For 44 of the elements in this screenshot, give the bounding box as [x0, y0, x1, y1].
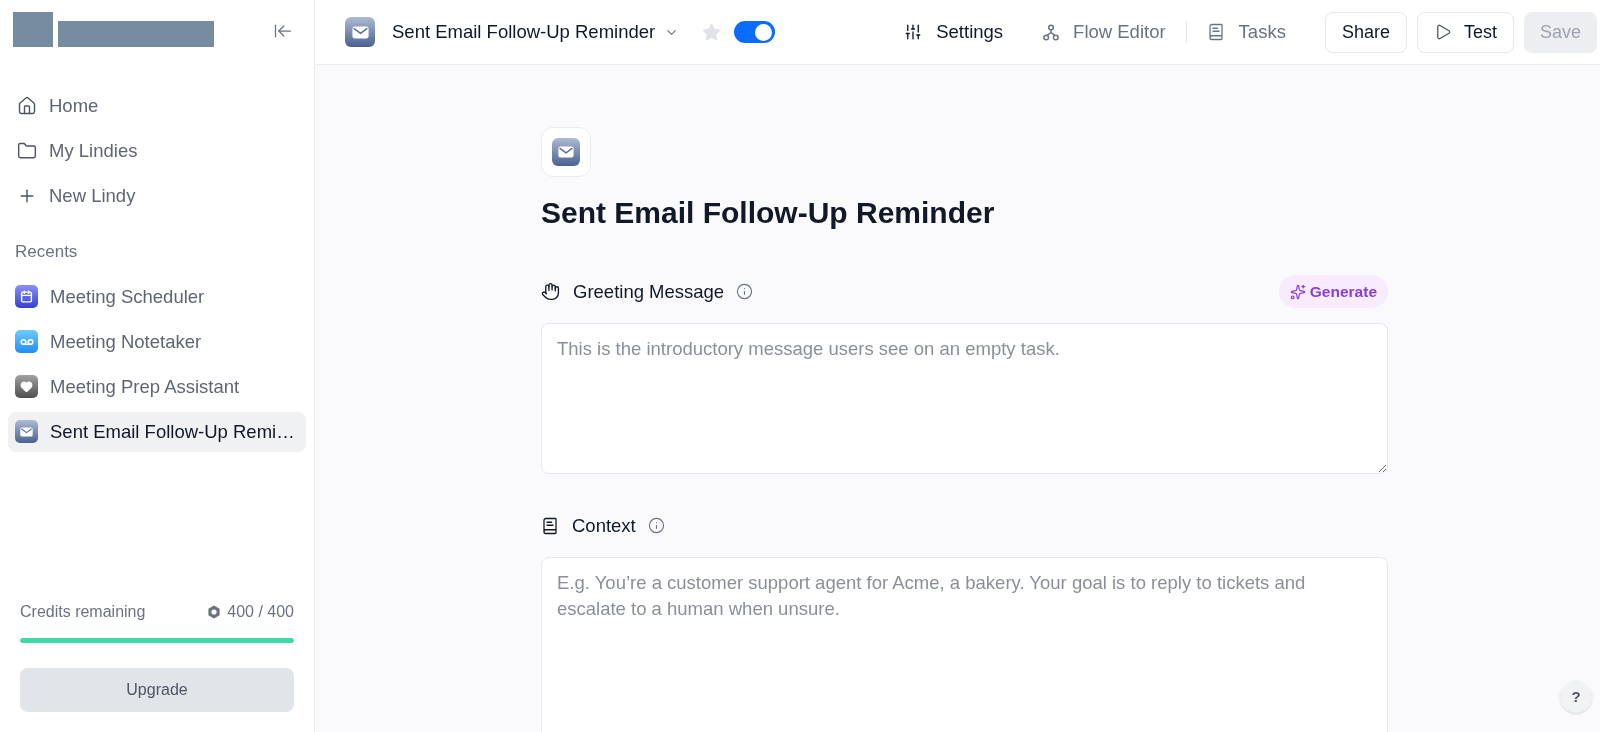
- folder-icon: [17, 141, 37, 161]
- calendar-app-icon: [15, 285, 38, 308]
- book-icon: [1206, 23, 1225, 41]
- heart-app-icon: [15, 375, 38, 398]
- logo-placeholder: [13, 12, 53, 47]
- recent-item[interactable]: Meeting Notetaker: [8, 321, 306, 362]
- toolbar-button[interactable]: Share: [1324, 11, 1407, 53]
- sliders-icon: [904, 23, 923, 41]
- info-icon: [647, 517, 665, 534]
- section-heading: Recents: [14, 241, 79, 263]
- sidebar-item[interactable]: Home: [8, 86, 306, 126]
- help-button[interactable]: ?: [1560, 681, 1592, 713]
- branching-nodes-icon: [1043, 23, 1060, 41]
- credits-label: Credits remaining: [20, 602, 146, 622]
- home-icon: [17, 96, 37, 116]
- generate-button[interactable]: Generate: [1278, 275, 1388, 308]
- sidebar-item[interactable]: My Lindies: [8, 131, 306, 171]
- tab[interactable]: Settings: [884, 12, 1024, 52]
- credits-reading: 400 / 400: [227, 602, 294, 622]
- book-icon: [541, 516, 559, 535]
- toolbar-button[interactable]: Test: [1416, 11, 1514, 53]
- envelope-app-icon: [552, 138, 580, 166]
- envelope-app-icon: [15, 420, 38, 443]
- hand-icon: [541, 282, 560, 301]
- tab[interactable]: Tasks: [1186, 12, 1306, 52]
- title-dropdown[interactable]: Sent Email Follow-Up Reminder: [392, 18, 680, 46]
- voicemail-app-icon: [15, 330, 38, 353]
- hexagon-nut-icon: [207, 605, 222, 619]
- text-area[interactable]: E.g. You’re a customer support agent for Acme, a bakery. Your goal is to reply to tickets and escalate to a human when unsure.: [541, 557, 1388, 732]
- field-label: Greeting Message: [573, 279, 725, 304]
- recent-item[interactable]: Sent Email Follow-Up Remi…: [8, 411, 306, 452]
- recent-item[interactable]: Meeting Prep Assistant: [8, 366, 306, 407]
- page-title: Sent Email Follow-Up Reminder: [541, 195, 996, 231]
- recent-item[interactable]: Meeting Scheduler: [8, 276, 306, 317]
- envelope-app-icon: [345, 17, 375, 47]
- upgrade-button[interactable]: Upgrade: [20, 668, 294, 712]
- sparkles-icon: [1289, 283, 1306, 300]
- star-icon: [701, 22, 721, 42]
- text-area[interactable]: This is the introductory message users see on an empty task.: [541, 323, 1388, 474]
- field-label: Context: [572, 513, 636, 538]
- sidebar-item[interactable]: New Lindy: [8, 176, 306, 216]
- toggle-switch[interactable]: [734, 21, 776, 43]
- info-icon: [736, 283, 754, 300]
- tab[interactable]: Flow Editor: [1023, 12, 1186, 52]
